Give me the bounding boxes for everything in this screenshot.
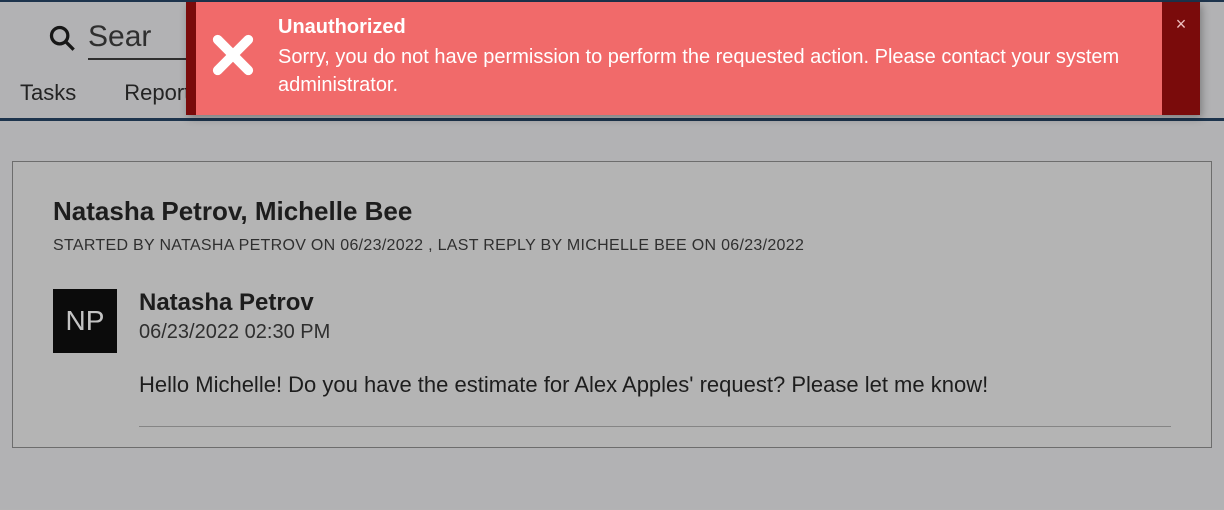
tab-tasks[interactable]: Tasks [20,80,76,106]
alert-banner: Unauthorized Sorry, you do not have perm… [186,2,1200,115]
alert-close-button[interactable]: × [1162,2,1200,115]
message-timestamp: 06/23/2022 02:30 PM [139,321,1171,344]
error-icon [210,32,256,83]
search-icon [48,24,76,57]
thread-meta: STARTED BY NATASHA PETROV ON 06/23/2022 … [53,237,1171,255]
message-row: NP Natasha Petrov 06/23/2022 02:30 PM He… [53,289,1171,427]
close-icon: × [1176,14,1187,35]
message-text: Hello Michelle! Do you have the estimate… [139,372,1171,398]
message-author: Natasha Petrov [139,289,1171,317]
alert-title: Unauthorized [278,16,1130,39]
avatar: NP [53,289,117,353]
thread-card: Natasha Petrov, Michelle Bee STARTED BY … [12,161,1212,448]
thread-title: Natasha Petrov, Michelle Bee [53,196,1171,227]
alert-message: Sorry, you do not have permission to per… [278,43,1130,99]
